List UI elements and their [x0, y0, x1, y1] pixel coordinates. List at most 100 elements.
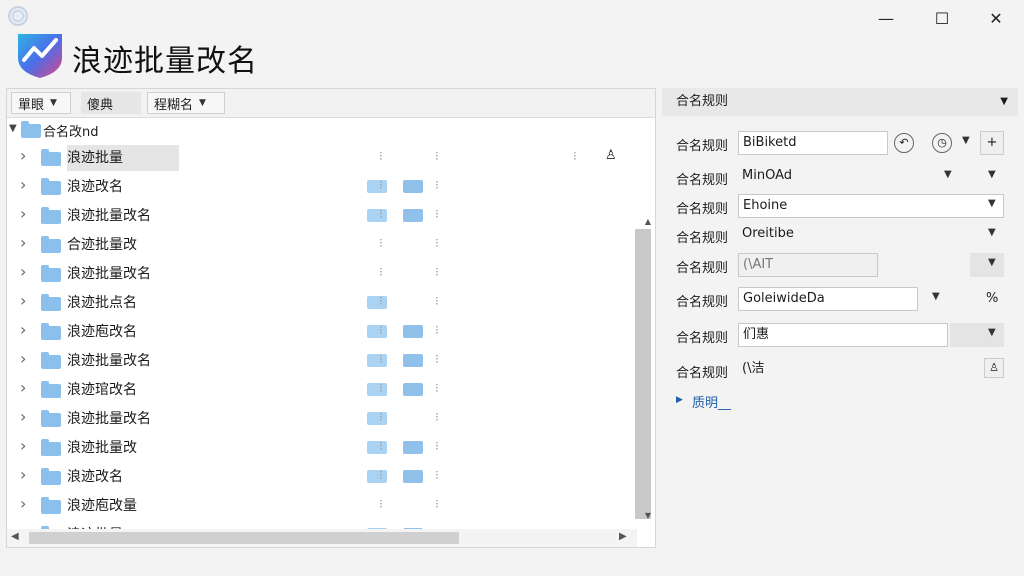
add-button[interactable]: +: [980, 131, 1004, 155]
expand-arrow-icon[interactable]: ›: [20, 291, 26, 310]
tree-item[interactable]: › 浪迹庖改量 ⁝ ⁝: [7, 493, 635, 519]
rule-label: 合名规则: [676, 295, 729, 310]
scroll-right-icon[interactable]: ▶: [619, 531, 627, 542]
expand-arrow-icon[interactable]: ›: [20, 378, 26, 397]
chevron-down-icon[interactable]: ▼: [988, 198, 996, 209]
minimize-button[interactable]: —: [866, 6, 906, 30]
folder-icon: [41, 265, 61, 282]
tree-item[interactable]: › 浪迹批量改名 ⁝ ⁝: [7, 406, 635, 432]
separator-dot: ⁝: [379, 381, 383, 395]
vertical-scrollbar-thumb[interactable]: [635, 229, 651, 519]
separator-dot: ⁝: [435, 352, 439, 366]
separator-dot: ⁝: [435, 497, 439, 511]
rule-input[interactable]: GoleiwideDa: [738, 287, 918, 311]
expand-arrow-icon[interactable]: ›: [20, 175, 26, 194]
tree-item[interactable]: › 浪迹批量改名 ⁝ ⁝: [7, 261, 635, 287]
scroll-up-icon[interactable]: ▲: [645, 217, 651, 226]
properties-header[interactable]: 合名规则 ▼: [662, 88, 1018, 116]
rule-label: 合名规则: [676, 202, 729, 217]
rule-select[interactable]: MinOAd: [738, 165, 938, 189]
expand-arrow-icon[interactable]: ›: [20, 436, 26, 455]
undo-icon[interactable]: ↶: [894, 133, 914, 153]
tree-item[interactable]: › 浪迹批量改 ⁝ ⁝: [7, 435, 635, 461]
rule-label: 合名规则: [676, 366, 729, 381]
rule-row: 合名规则 们惠 ▼: [662, 323, 1018, 349]
folder-icon: [367, 470, 387, 483]
folder-icon: [403, 383, 423, 396]
separator-dot: ⁝: [379, 323, 383, 337]
chevron-down-icon[interactable]: ▼: [1000, 88, 1008, 116]
tree-item[interactable]: › 浪迹批量 ⁝ ⁝ ⁝ ♙: [7, 145, 635, 171]
horizontal-scrollbar[interactable]: ◀ ▶: [7, 529, 637, 547]
expand-arrow-icon[interactable]: ›: [20, 407, 26, 426]
clock-icon[interactable]: ◷: [932, 133, 952, 153]
expand-arrow-icon[interactable]: ▼: [9, 123, 17, 134]
toolbar-view-dropdown[interactable]: 單眼 ▼: [11, 92, 71, 114]
tree-item-label: 浪迹改名: [67, 179, 123, 195]
rule-select[interactable]: Oreitibe: [738, 223, 978, 247]
scroll-down-icon[interactable]: ▼: [645, 511, 651, 520]
expand-arrow-icon[interactable]: ›: [20, 262, 26, 281]
expand-arrow-icon[interactable]: ›: [20, 146, 26, 165]
expand-arrow-icon[interactable]: ›: [20, 349, 26, 368]
folder-icon: [367, 180, 387, 193]
expand-arrow-icon[interactable]: ›: [20, 233, 26, 252]
rule-row: 合名规则 BiBiketd ↶ ◷ ▼ +: [662, 131, 1018, 157]
tree-item[interactable]: › 浪迹批点名 ⁝ ⁝: [7, 290, 635, 316]
user-icon[interactable]: ♙: [605, 148, 617, 163]
folder-icon: [367, 383, 387, 396]
maximize-button[interactable]: ☐: [922, 6, 962, 30]
folder-icon: [403, 180, 423, 193]
separator-dot: ⁝: [435, 207, 439, 221]
folder-icon: [41, 352, 61, 369]
user-icon[interactable]: ♙: [984, 358, 1004, 378]
rule-value[interactable]: (\洁: [738, 358, 938, 382]
chevron-down-icon[interactable]: ▼: [988, 327, 996, 338]
rule-select[interactable]: Ehoine: [738, 194, 1004, 218]
separator-dot: ⁝: [435, 381, 439, 395]
folder-icon: [403, 209, 423, 222]
separator-dot: ⁝: [379, 468, 383, 482]
rule-row: 合名规则 (\洁 ♙: [662, 358, 1018, 384]
close-button[interactable]: ✕: [976, 6, 1016, 30]
more-link[interactable]: 质明__: [692, 392, 731, 411]
rule-input[interactable]: BiBiketd: [738, 131, 888, 155]
expand-arrow-icon[interactable]: ›: [20, 494, 26, 513]
tree-item-label: 浪迹批点名: [67, 295, 137, 311]
horizontal-scrollbar-thumb[interactable]: [29, 532, 459, 544]
expand-arrow-icon[interactable]: ›: [20, 204, 26, 223]
expand-arrow-icon[interactable]: ›: [20, 320, 26, 339]
toolbar-rename-dropdown[interactable]: 程糊名 ▼: [147, 92, 225, 114]
rule-row: 合名规则 GoleiwideDa ▼ %: [662, 287, 1018, 313]
separator-dot: ⁝: [379, 294, 383, 308]
toolbar-preview-button[interactable]: 傻典: [81, 92, 141, 114]
separator-dot: ⁝: [573, 149, 577, 163]
separator-dot: ⁝: [379, 439, 383, 453]
percent-suffix: %: [986, 291, 999, 306]
tree-item[interactable]: › 合迹批量改 ⁝ ⁝: [7, 232, 635, 258]
expand-arrow-icon[interactable]: ▶: [676, 395, 683, 405]
tree-item[interactable]: › 浪迹琯改名 ⁝ ⁝: [7, 377, 635, 403]
chevron-down-icon[interactable]: ▼: [962, 135, 970, 146]
dropdown-button[interactable]: [970, 253, 1004, 277]
chevron-down-icon[interactable]: ▼: [988, 169, 996, 180]
tree-toolbar: 單眼 ▼ 傻典 程糊名 ▼: [7, 89, 655, 118]
expand-arrow-icon[interactable]: ›: [20, 465, 26, 484]
tree-item[interactable]: › 浪迹庖改名 ⁝ ⁝: [7, 319, 635, 345]
folder-icon: [41, 207, 61, 224]
chevron-down-icon[interactable]: ▼: [944, 169, 952, 180]
toolbar-preview-label: 傻典: [87, 97, 114, 113]
folder-icon: [367, 296, 387, 309]
tree-item[interactable]: › 浪迹批量改名 ⁝ ⁝: [7, 203, 635, 229]
chevron-down-icon[interactable]: ▼: [988, 227, 996, 238]
rule-input[interactable]: 们惠: [738, 323, 948, 347]
chevron-down-icon: ▼: [199, 98, 206, 108]
folder-icon: [41, 178, 61, 195]
chevron-down-icon[interactable]: ▼: [988, 257, 996, 268]
chevron-down-icon[interactable]: ▼: [932, 291, 940, 302]
tree-item[interactable]: › 浪迹改名 ⁝ ⁝: [7, 464, 635, 490]
rule-label: 合名规则: [676, 261, 729, 276]
tree-item[interactable]: › 浪迹改名 ⁝ ⁝: [7, 174, 635, 200]
tree-item[interactable]: › 浪迹批量改名 ⁝ ⁝: [7, 348, 635, 374]
scroll-left-icon[interactable]: ◀: [11, 531, 19, 542]
